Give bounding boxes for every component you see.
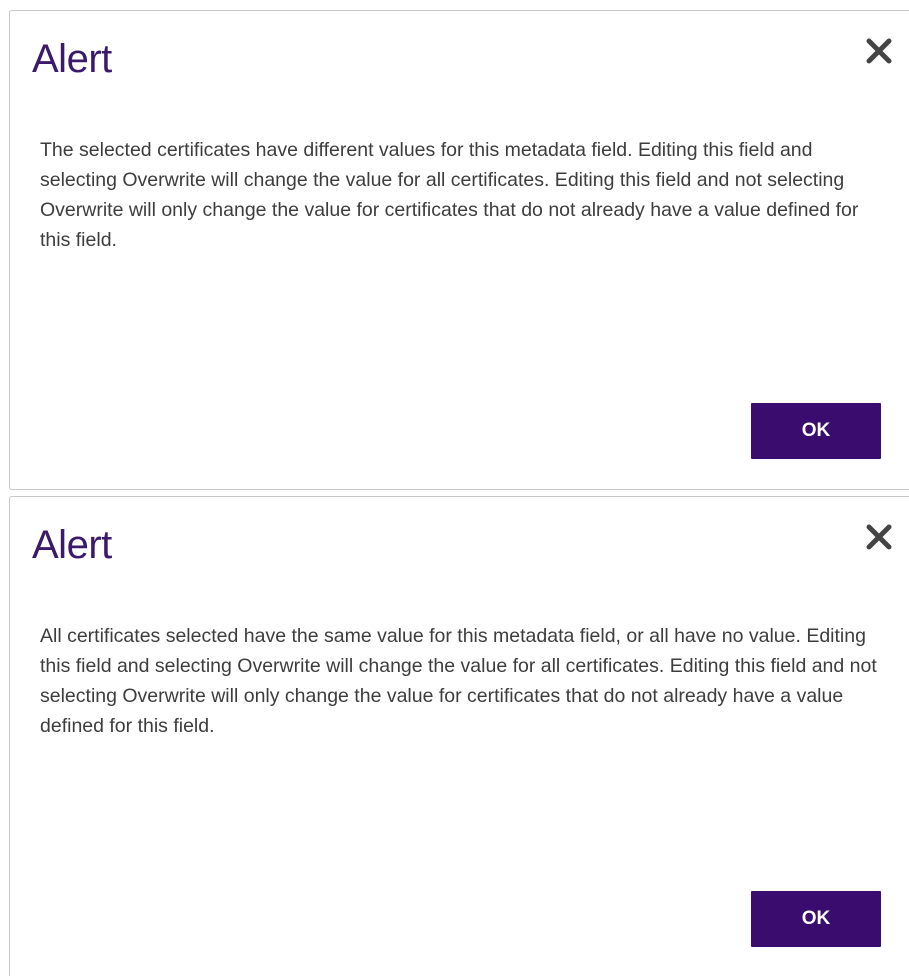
alert-dialog-same-values: Alert All certificates selected have the… (9, 496, 909, 976)
ok-button[interactable]: OK (751, 891, 881, 947)
close-icon (866, 524, 892, 550)
close-icon (866, 38, 892, 64)
ok-button[interactable]: OK (751, 403, 881, 459)
dialog-title: Alert (32, 523, 112, 567)
dialog-title: Alert (32, 37, 112, 81)
close-button[interactable] (863, 35, 895, 67)
dialog-message: The selected certificates have different… (40, 139, 859, 251)
dialog-message: All certificates selected have the same … (40, 625, 877, 737)
close-button[interactable] (863, 521, 895, 553)
alert-dialog-different-values: Alert The selected certificates have dif… (9, 10, 909, 490)
